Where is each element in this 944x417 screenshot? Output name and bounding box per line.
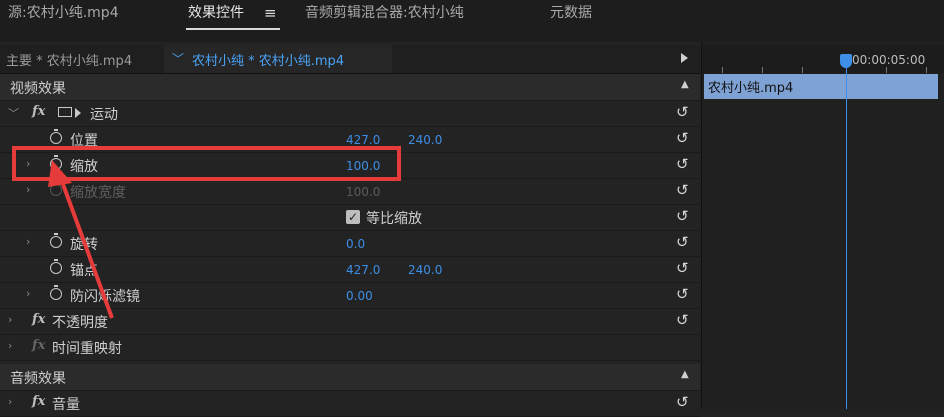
playhead-handle[interactable] (840, 54, 852, 68)
annotation-arrow-head (48, 160, 72, 187)
annotation-arrow-shaft (58, 175, 114, 319)
time-ruler[interactable]: 00:00:05:00 (702, 45, 944, 73)
timecode-label: 00:00:05:00 (852, 53, 926, 67)
clip-name: 农村小纯.mp4 (708, 81, 794, 96)
timeline-panel: 00:00:05:00 农村小纯.mp4 (701, 42, 944, 409)
playhead-line[interactable] (846, 68, 847, 409)
timeline-clip[interactable]: 农村小纯.mp4 (704, 74, 938, 99)
